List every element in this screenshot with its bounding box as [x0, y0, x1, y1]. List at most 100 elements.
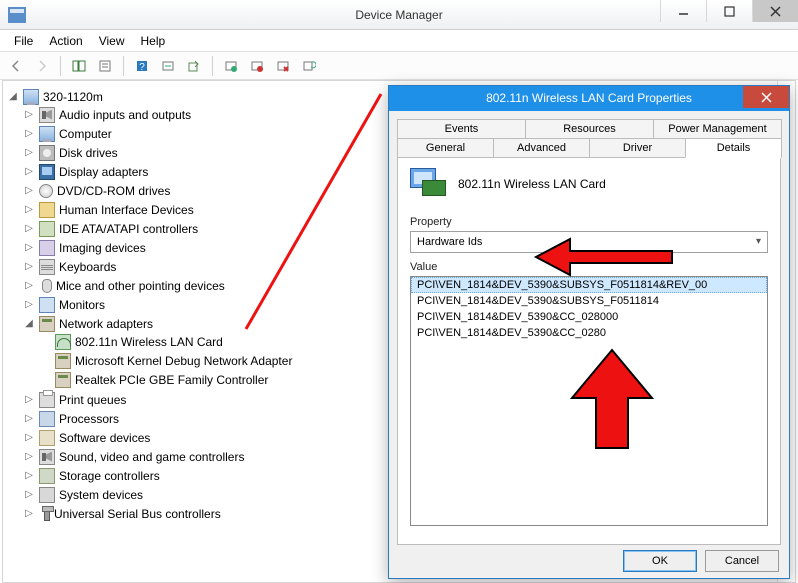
expander-icon[interactable]: ▷ [23, 166, 35, 177]
close-button[interactable] [752, 0, 798, 22]
value-item[interactable]: PCI\VEN_1814&DEV_5390&CC_028000 [411, 309, 767, 325]
device-category-icon [44, 507, 50, 521]
expander-icon[interactable]: ▷ [23, 204, 35, 215]
properties-dialog: 802.11n Wireless LAN Card Properties Eve… [388, 85, 790, 579]
tab-advanced[interactable]: Advanced [493, 138, 590, 158]
minimize-button[interactable] [660, 0, 706, 22]
device-category-icon [39, 487, 55, 503]
device-category-icon [39, 184, 53, 198]
device-category-icon [39, 164, 55, 180]
tab-general[interactable]: General [397, 138, 494, 158]
device-category-icon [39, 411, 55, 427]
menu-help[interactable]: Help [133, 32, 174, 50]
property-label: Property [410, 216, 768, 228]
help-button[interactable]: ? [130, 55, 154, 77]
tree-item-label: System devices [59, 488, 143, 502]
device-category-icon [39, 316, 55, 332]
tree-item-label: Universal Serial Bus controllers [54, 507, 221, 521]
back-button[interactable] [4, 55, 28, 77]
tree-item-label: DVD/CD-ROM drives [57, 184, 170, 198]
uninstall-button[interactable] [219, 55, 243, 77]
expander-icon[interactable]: ▷ [23, 394, 35, 405]
value-item[interactable]: PCI\VEN_1814&DEV_5390&SUBSYS_F0511814 [411, 293, 767, 309]
expander-icon[interactable]: ▷ [23, 223, 35, 234]
expander-icon[interactable]: ▷ [23, 489, 35, 500]
tree-item-label: Processors [59, 412, 119, 426]
tab-driver[interactable]: Driver [589, 138, 686, 158]
tree-item-label: Storage controllers [59, 469, 160, 483]
device-category-icon [39, 126, 55, 142]
expander-icon[interactable]: ▷ [23, 432, 35, 443]
dialog-title: 802.11n Wireless LAN Card Properties [486, 91, 692, 105]
device-category-icon [39, 297, 55, 313]
tree-item-label: Print queues [59, 393, 126, 407]
device-category-icon [39, 145, 55, 161]
forward-button[interactable] [30, 55, 54, 77]
device-icon [55, 372, 71, 388]
svg-text:?: ? [139, 62, 145, 73]
tree-root-label: 320-1120m [43, 90, 103, 104]
menu-file[interactable]: File [6, 32, 41, 50]
tab-details[interactable]: Details [685, 138, 782, 158]
tree-item-label: IDE ATA/ATAPI controllers [59, 222, 198, 236]
value-item[interactable]: PCI\VEN_1814&DEV_5390&CC_0280 [411, 325, 767, 341]
tree-child-label: 802.11n Wireless LAN Card [75, 335, 223, 349]
disable-button[interactable] [245, 55, 269, 77]
tree-item-label: Human Interface Devices [59, 203, 194, 217]
device-category-icon [42, 279, 52, 293]
tree-item-label: Imaging devices [59, 241, 146, 255]
value-listbox[interactable]: PCI\VEN_1814&DEV_5390&SUBSYS_F0511814&RE… [410, 276, 768, 526]
device-category-icon [39, 107, 55, 123]
expander-icon[interactable]: ▷ [23, 299, 35, 310]
device-icon [410, 168, 448, 200]
expander-icon[interactable]: ▷ [23, 242, 35, 253]
dialog-titlebar[interactable]: 802.11n Wireless LAN Card Properties [389, 86, 789, 111]
value-label: Value [410, 261, 768, 273]
expander-icon[interactable]: ▷ [23, 280, 35, 291]
tree-item-label: Disk drives [59, 146, 118, 160]
tab-content-details: 802.11n Wireless LAN Card Property Hardw… [397, 157, 781, 545]
update-driver-button[interactable] [182, 55, 206, 77]
property-combo-value: Hardware Ids [417, 236, 482, 248]
tree-child-label: Microsoft Kernel Debug Network Adapter [75, 354, 292, 368]
dialog-close-button[interactable] [743, 86, 789, 108]
tree-item-label: Computer [59, 127, 112, 141]
cancel-button[interactable]: Cancel [705, 550, 779, 572]
tab-power-management[interactable]: Power Management [653, 119, 782, 138]
expander-icon[interactable]: ▷ [23, 508, 35, 519]
device-name: 802.11n Wireless LAN Card [458, 177, 606, 191]
expander-icon[interactable]: ▷ [23, 109, 35, 120]
refresh-button[interactable] [297, 55, 321, 77]
expander-icon[interactable]: ▷ [23, 128, 35, 139]
show-hide-tree-button[interactable] [67, 55, 91, 77]
remove-button[interactable] [271, 55, 295, 77]
expander-icon[interactable]: ◢ [23, 318, 35, 329]
device-category-icon [39, 430, 55, 446]
device-icon [55, 353, 71, 369]
expander-icon[interactable]: ▷ [23, 261, 35, 272]
scan-button[interactable] [156, 55, 180, 77]
tree-item-label: Software devices [59, 431, 150, 445]
property-combo[interactable]: Hardware Ids ▾ [410, 231, 768, 253]
expander-icon[interactable]: ▷ [23, 470, 35, 481]
tree-item-label: Sound, video and game controllers [59, 450, 244, 464]
tab-resources[interactable]: Resources [525, 119, 654, 138]
expander-icon[interactable]: ▷ [23, 147, 35, 158]
device-category-icon [39, 392, 55, 408]
expander-icon[interactable]: ▷ [23, 185, 35, 196]
expander-icon[interactable]: ▷ [23, 451, 35, 462]
tree-item-label: Keyboards [59, 260, 116, 274]
tree-item-label: Monitors [59, 298, 105, 312]
tree-item-label: Network adapters [59, 317, 153, 331]
expander-icon[interactable]: ▷ [23, 413, 35, 424]
properties-button[interactable] [93, 55, 117, 77]
tab-events[interactable]: Events [397, 119, 526, 138]
maximize-button[interactable] [706, 0, 752, 22]
chevron-down-icon: ▾ [756, 236, 761, 247]
menu-action[interactable]: Action [41, 32, 90, 50]
ok-button[interactable]: OK [623, 550, 697, 572]
menu-view[interactable]: View [91, 32, 133, 50]
device-icon [55, 334, 71, 350]
device-category-icon [39, 202, 55, 218]
value-item[interactable]: PCI\VEN_1814&DEV_5390&SUBSYS_F0511814&RE… [411, 277, 767, 293]
